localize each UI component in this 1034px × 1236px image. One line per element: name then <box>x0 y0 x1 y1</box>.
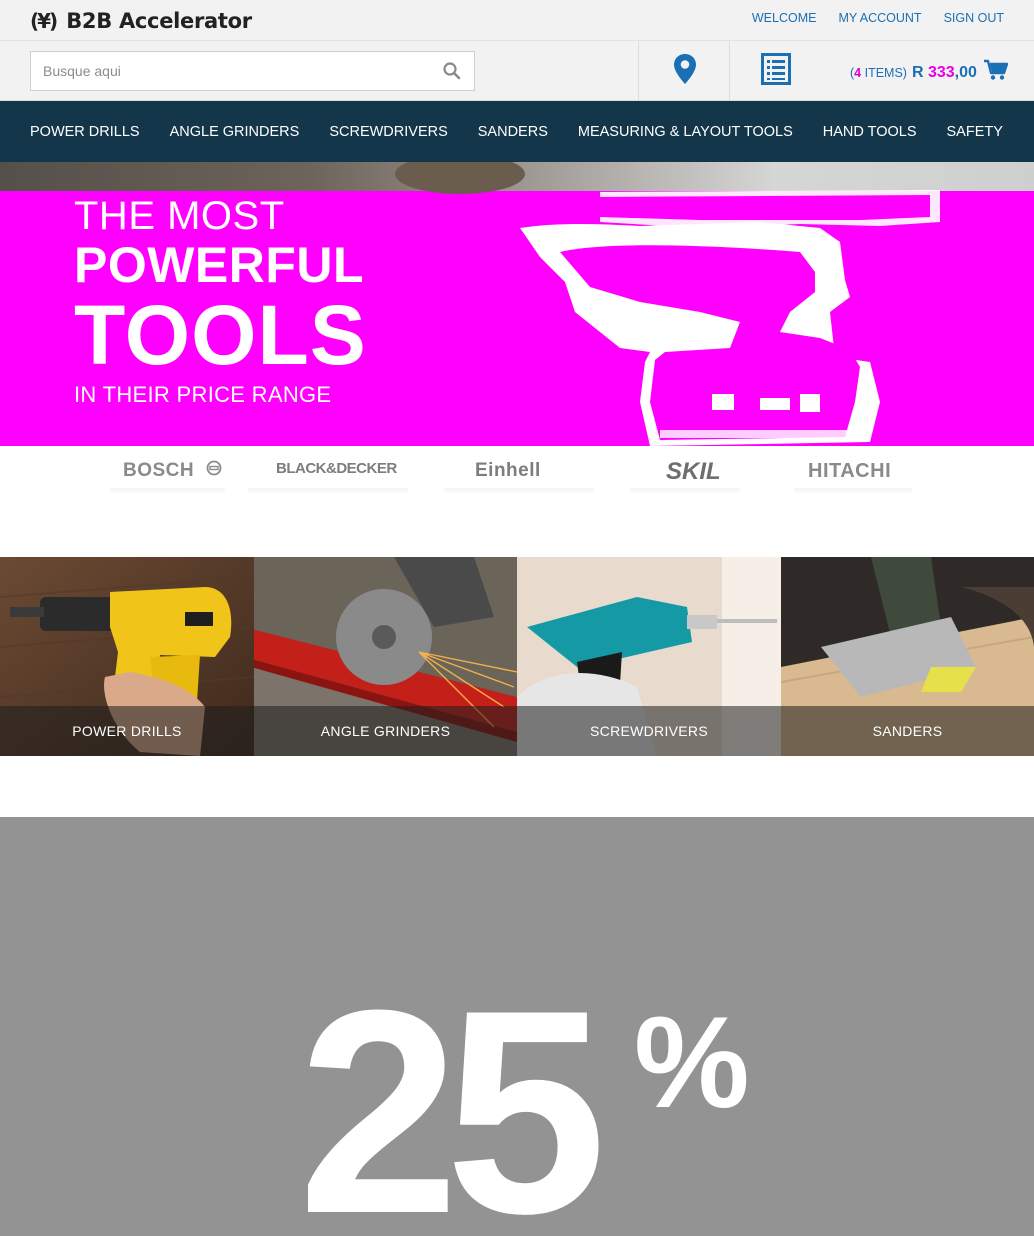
hero-line-4: IN THEIR PRICE RANGE <box>74 382 332 407</box>
promo-banner[interactable]: 25 % <box>0 817 1034 1236</box>
brand-divider <box>794 488 912 494</box>
category-label: SANDERS <box>872 723 943 739</box>
hero-line-2: POWERFUL <box>74 237 365 293</box>
brand-bosch[interactable]: BOSCH <box>123 460 222 482</box>
nav-angle-grinders[interactable]: ANGLE GRINDERS <box>170 124 300 140</box>
brand-divider <box>110 488 225 494</box>
mini-cart[interactable]: (4 ITEMS) R 333,00 <box>850 59 1009 86</box>
cart-amount-suffix: ,00 <box>954 63 977 81</box>
nav-measuring-layout-tools[interactable]: MEASURING & LAYOUT TOOLS <box>578 124 793 140</box>
store-locator-button[interactable] <box>638 41 730 101</box>
category-label-bar: ANGLE GRINDERS <box>254 706 517 756</box>
category-tile-sanders[interactable]: SANDERS <box>781 557 1034 756</box>
account-links: WELCOME MY ACCOUNT SIGN OUT <box>752 11 1004 25</box>
brand-hitachi[interactable]: HITACHI <box>808 460 891 483</box>
brand-einhell[interactable]: Einhell <box>475 460 541 482</box>
nav-sanders[interactable]: SANDERS <box>478 124 548 140</box>
category-label: ANGLE GRINDERS <box>320 723 451 739</box>
brand-divider <box>444 488 594 494</box>
promo-percent-sign: % <box>634 989 750 1135</box>
bosch-logo-icon <box>206 460 222 482</box>
logo-text: B2B Accelerator <box>66 9 252 33</box>
hero-headline: THE MOST POWERFUL TOOLS IN THEIR PRICE R… <box>74 194 367 410</box>
category-tile-angle-grinders[interactable]: ANGLE GRINDERS <box>254 557 517 756</box>
search-box <box>30 51 475 91</box>
hero-line-1: THE MOST <box>74 194 285 238</box>
nav-power-drills[interactable]: POWER DRILLS <box>30 124 140 140</box>
quick-order-button[interactable] <box>729 41 821 101</box>
category-label-bar: POWER DRILLS <box>0 706 254 756</box>
brand-divider <box>630 488 740 494</box>
cart-items-label: ITEMS) <box>861 65 907 80</box>
nav-hand-tools[interactable]: HAND TOOLS <box>823 124 917 140</box>
category-tile-screwdrivers[interactable]: SCREWDRIVERS <box>517 557 781 756</box>
my-account-link[interactable]: MY ACCOUNT <box>838 11 921 25</box>
search-row: (4 ITEMS) R 333,00 <box>0 41 1034 101</box>
top-bar: (¥) B2B Accelerator WELCOME MY ACCOUNT S… <box>0 0 1034 41</box>
sign-out-link[interactable]: SIGN OUT <box>944 11 1004 25</box>
nav-safety[interactable]: SAFETY <box>947 124 1003 140</box>
category-label: SCREWDRIVERS <box>590 723 708 739</box>
hero-line-3: TOOLS <box>74 288 367 382</box>
welcome-link[interactable]: WELCOME <box>752 11 817 25</box>
category-tile-power-drills[interactable]: POWER DRILLS <box>0 557 254 756</box>
brand-divider <box>248 488 408 494</box>
cart-total: R 333,00 <box>912 64 977 82</box>
hero-banner[interactable]: THE MOST POWERFUL TOOLS IN THEIR PRICE R… <box>0 162 1034 446</box>
logo-mark: (¥) <box>30 9 58 33</box>
category-label-bar: SANDERS <box>781 706 1034 756</box>
cart-amount: 333 <box>927 63 955 81</box>
category-label: POWER DRILLS <box>72 723 182 739</box>
promo-discount-number: 25 <box>298 950 607 1236</box>
site-logo[interactable]: (¥) B2B Accelerator <box>30 7 252 35</box>
brand-bosch-label: BOSCH <box>123 460 195 482</box>
map-pin-icon <box>673 53 697 90</box>
cart-icon <box>983 59 1009 86</box>
category-tiles: POWER DRILLS ANGLE GRINDERS SCREWDRIVERS <box>0 557 1034 756</box>
nav-screwdrivers[interactable]: SCREWDRIVERS <box>329 124 447 140</box>
brand-logos: BOSCH BLACK&DECKER Einhell SKIL HITACHI <box>0 446 1034 502</box>
cart-currency: R <box>911 63 928 81</box>
search-input[interactable] <box>31 52 421 90</box>
category-label-bar: SCREWDRIVERS <box>517 706 781 756</box>
cart-items-count: (4 ITEMS) <box>850 66 907 80</box>
list-icon <box>760 52 791 90</box>
search-icon[interactable] <box>442 61 462 81</box>
brand-skil[interactable]: SKIL <box>666 458 721 486</box>
main-navigation: POWER DRILLS ANGLE GRINDERS SCREWDRIVERS… <box>0 101 1034 162</box>
brand-black-decker[interactable]: BLACK&DECKER <box>276 460 397 477</box>
